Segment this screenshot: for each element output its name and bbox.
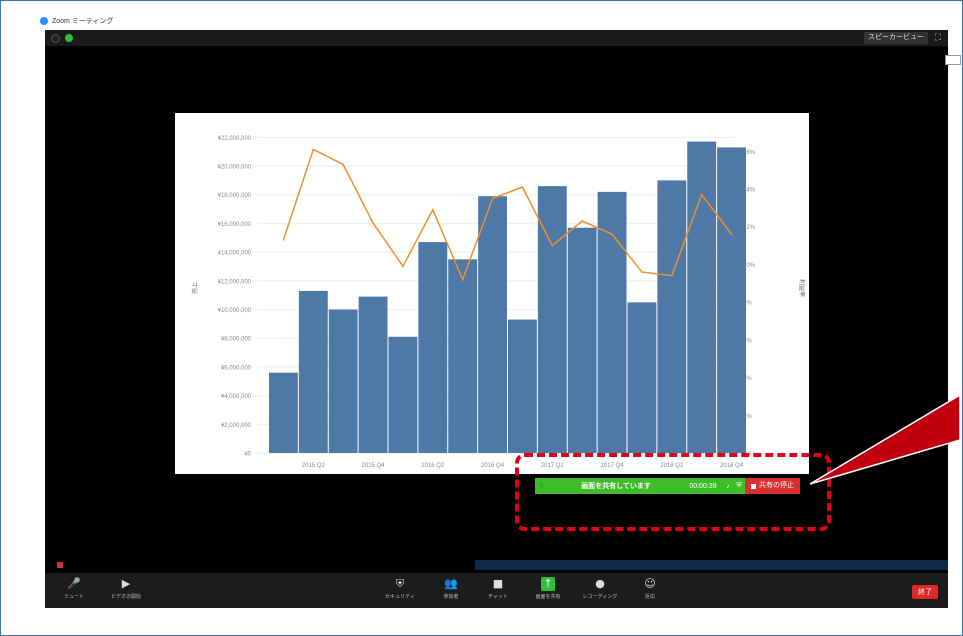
y-tick-label: ¥14,000,000 xyxy=(218,251,252,257)
margin-point xyxy=(611,233,613,236)
y-tick-label: ¥10,000,000 xyxy=(218,308,252,314)
bar xyxy=(657,180,687,453)
reactions-button[interactable]: ☺ 反応 xyxy=(625,577,675,600)
video-camera-icon: ▶ xyxy=(121,577,131,590)
y-tick-label: ¥18,000,000 xyxy=(218,193,252,199)
margin-point xyxy=(521,186,524,188)
record-button[interactable]: ● レコーディング xyxy=(575,577,625,600)
emoji-icon: ☺ xyxy=(644,577,656,590)
end-meeting-button[interactable]: 終了 xyxy=(912,585,938,599)
speaker-view-button[interactable]: スピーカービュー xyxy=(864,32,928,44)
margin-point xyxy=(491,197,494,200)
security-button[interactable]: ⛨ セキュリティ xyxy=(375,577,425,600)
margin-point xyxy=(402,265,404,268)
shared-screen-chart: ¥0 ¥2,000,000 ¥4,000,000 ¥6,000,000 ¥8,000,0… xyxy=(175,113,809,474)
start-video-button[interactable]: ▶ ビデオの開始 xyxy=(101,577,151,600)
title-bar: Zoom ミーティング xyxy=(40,14,113,28)
y-tick-label: ¥12,000,000 xyxy=(218,279,252,285)
info-icon[interactable] xyxy=(51,34,60,43)
bar xyxy=(627,302,657,453)
meeting-top-bar: スピーカービュー ⛶ xyxy=(45,30,948,46)
chart-svg: ¥0 ¥2,000,000 ¥4,000,000 ¥6,000,000 ¥8,000,0… xyxy=(191,136,806,469)
margin-point xyxy=(461,278,464,281)
bar xyxy=(597,191,627,453)
highlight-callout-box xyxy=(515,453,831,531)
bar xyxy=(388,336,418,453)
chat-bubble-icon: ■ xyxy=(492,577,504,590)
bar xyxy=(508,319,537,453)
margin-point xyxy=(551,244,554,247)
bar xyxy=(717,147,746,453)
share-screen-icon: ↑ xyxy=(541,577,555,591)
y-tick-label: ¥2,000,000 xyxy=(221,423,252,429)
margin-point xyxy=(641,271,643,273)
margin-point xyxy=(700,193,703,196)
margin-point xyxy=(432,208,434,211)
zoom-logo-icon xyxy=(40,17,48,25)
margin-point xyxy=(581,220,583,222)
microphone-icon: 🎤 xyxy=(67,577,81,590)
bar xyxy=(478,196,507,453)
x-tick-label: 2016 Q2 xyxy=(421,463,445,469)
margin-point xyxy=(372,222,374,224)
y-tick-label: ¥0 xyxy=(244,452,251,458)
x-tick-label: 2016 Q4 xyxy=(481,463,505,469)
shield-icon: ⛨ xyxy=(395,577,405,590)
encryption-shield-icon[interactable] xyxy=(65,34,73,42)
participants-icon: 👥 xyxy=(444,577,458,590)
mute-button[interactable]: 🎤 ミュート xyxy=(49,577,99,600)
y-tick-label: ¥22,000,000 xyxy=(218,136,252,142)
y-tick-label: ¥20,000,000 xyxy=(218,165,252,171)
bar xyxy=(567,227,597,453)
bar xyxy=(448,259,478,453)
meeting-toolbar: 🎤 ミュート ▶ ビデオの開始 ⛨ セキュリティ 👥 参加者 ■ チャット ↑ … xyxy=(45,573,948,608)
chat-button[interactable]: ■ チャット xyxy=(473,577,523,600)
y-axis-title: 売上 xyxy=(191,282,199,294)
window-title: Zoom ミーティング xyxy=(52,18,114,25)
margin-point xyxy=(312,148,315,151)
recording-indicator xyxy=(57,562,63,568)
record-icon: ● xyxy=(595,577,605,590)
margin-point xyxy=(671,274,673,277)
bar xyxy=(687,141,717,454)
bar xyxy=(269,372,298,453)
bar xyxy=(358,296,388,453)
filmstrip-bar xyxy=(475,560,948,570)
bar xyxy=(418,242,448,453)
y2-axis-title: 利益率 xyxy=(798,279,806,297)
y-tick-label: ¥6,000,000 xyxy=(221,365,252,371)
bar xyxy=(328,309,358,453)
fullscreen-icon[interactable]: ⛶ xyxy=(932,32,944,44)
tooltip-tab xyxy=(945,55,961,65)
margin-point xyxy=(730,233,733,236)
participants-button[interactable]: 👥 参加者 xyxy=(426,577,476,600)
y-tick-label: ¥16,000,000 xyxy=(218,222,252,228)
x-tick-label: 2015 Q2 xyxy=(302,463,326,469)
bar xyxy=(298,290,328,453)
y-tick-label: ¥4,000,000 xyxy=(221,394,252,400)
y-tick-label: ¥8,000,000 xyxy=(221,337,252,343)
margin-point xyxy=(342,163,344,166)
margin-point xyxy=(282,239,285,241)
x-tick-label: 2015 Q4 xyxy=(362,463,386,469)
share-screen-button[interactable]: ↑ 画面を共有 xyxy=(523,577,573,600)
